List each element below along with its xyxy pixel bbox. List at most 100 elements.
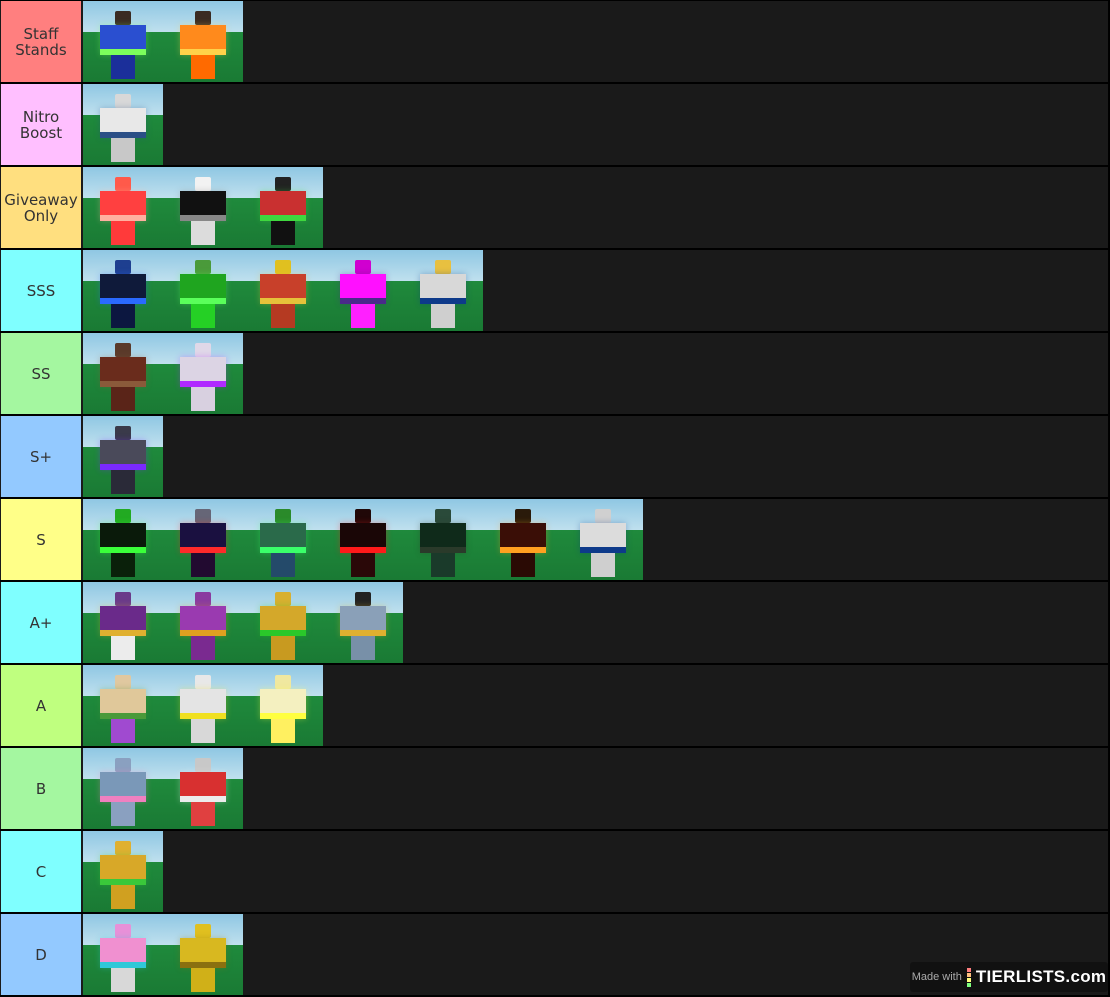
tier-item-stand-red-glow[interactable] [83,167,163,248]
character-head [355,509,371,523]
tier-row: Nitro Boost [0,84,1108,165]
tier-items[interactable] [83,499,1108,580]
character-head [275,592,291,606]
character-head [115,177,131,191]
character-torso [100,357,146,387]
tier-row: A [0,665,1108,746]
tier-label[interactable]: SS [1,333,81,414]
watermark[interactable]: Made with TIERLISTS.com [910,962,1108,992]
tier-item-stand-brown[interactable] [83,333,163,414]
tier-item-stand-white-blue[interactable] [403,250,483,331]
character-legs [191,221,215,245]
character-head [195,177,211,191]
tier-item-stand-discord-white[interactable] [83,84,163,165]
character-torso [180,938,226,968]
tier-row: B [0,748,1108,829]
character-legs [351,636,375,660]
tier-items[interactable] [83,84,1108,165]
tier-label[interactable]: S [1,499,81,580]
tier-item-stand-green-hood[interactable] [243,499,323,580]
character-legs [191,553,215,577]
tier-item-stand-red-black[interactable] [323,499,403,580]
character-head [275,509,291,523]
tier-item-stand-white-yellow[interactable] [163,665,243,746]
tier-items[interactable] [83,831,1108,912]
tier-item-stand-pink-blue[interactable] [83,748,163,829]
logo-bar [966,972,971,977]
tier-item-stand-white-purple[interactable] [163,333,243,414]
character-legs [111,221,135,245]
tier-item-stand-white-yellow-glow[interactable] [243,665,323,746]
character-legs [111,55,135,79]
character-torso [420,274,466,304]
tier-label[interactable]: D [1,914,81,995]
character-legs [511,553,535,577]
character-legs [271,636,295,660]
character-torso [100,191,146,221]
tier-item-stand-dark-hearts[interactable] [163,499,243,580]
character-legs [111,304,135,328]
tier-item-stand-orange-glow[interactable] [163,1,243,82]
character-head [195,509,211,523]
character-legs [431,304,455,328]
tier-items[interactable] [83,665,1108,746]
tier-items[interactable] [83,250,1108,331]
tier-item-stand-pumpkin[interactable] [483,499,563,580]
character-head [515,509,531,523]
tier-item-stand-black-shirt[interactable] [163,167,243,248]
tier-row: S [0,499,1108,580]
character-head [435,260,451,274]
tier-items[interactable] [83,582,1108,663]
character-torso [340,274,386,304]
tier-items[interactable] [83,748,1108,829]
tier-item-stand-pink-white[interactable] [83,914,163,995]
character-torso [180,523,226,553]
tier-label[interactable]: Giveaway Only [1,167,81,248]
tier-items[interactable] [83,167,1108,248]
tier-item-stand-gold-grid[interactable] [83,831,163,912]
character-legs [111,387,135,411]
tier-item-stand-dark-green-block[interactable] [403,499,483,580]
character-torso [420,523,466,553]
character-torso [100,274,146,304]
tier-item-stand-red-shirt[interactable] [243,167,323,248]
tier-item-stand-yellow[interactable] [163,914,243,995]
character-legs [191,968,215,992]
tier-item-stand-purple-gold[interactable] [83,582,163,663]
logo-bar [966,982,971,987]
tier-item-stand-green-glow[interactable] [163,250,243,331]
tier-item-stand-blue-green[interactable] [83,1,163,82]
character-torso [180,689,226,719]
tier-item-stand-red-checker[interactable] [163,748,243,829]
tier-label[interactable]: SSS [1,250,81,331]
tier-label[interactable]: A+ [1,582,81,663]
character-head [115,592,131,606]
tier-item-stand-gray-blue-coat[interactable] [323,582,403,663]
tier-item-stand-tan-purple[interactable] [83,665,163,746]
tier-item-stand-dark-purple-glow[interactable] [83,416,163,497]
tier-label[interactable]: S+ [1,416,81,497]
character-legs [191,719,215,743]
tier-items[interactable] [83,333,1108,414]
tier-label[interactable]: Staff Stands [1,1,81,82]
tier-item-stand-dark-blue[interactable] [83,250,163,331]
tier-label[interactable]: A [1,665,81,746]
tier-item-stand-purple-checker[interactable] [163,582,243,663]
character-torso [180,357,226,387]
character-torso [340,606,386,636]
tier-label[interactable]: B [1,748,81,829]
tier-label[interactable]: C [1,831,81,912]
tier-item-stand-red-yellow-pattern[interactable] [243,250,323,331]
tier-items[interactable] [83,1,1108,82]
tier-items[interactable] [83,416,1108,497]
tier-item-stand-green-lattice[interactable] [83,499,163,580]
character-head [195,758,211,772]
character-head [115,11,131,25]
tier-item-stand-gold[interactable] [243,582,323,663]
character-torso [180,25,226,55]
logo-bar [966,977,971,982]
tier-item-stand-white-blue-2[interactable] [563,499,643,580]
tier-label[interactable]: Nitro Boost [1,84,81,165]
character-torso [260,274,306,304]
tier-item-stand-magenta-glow[interactable] [323,250,403,331]
